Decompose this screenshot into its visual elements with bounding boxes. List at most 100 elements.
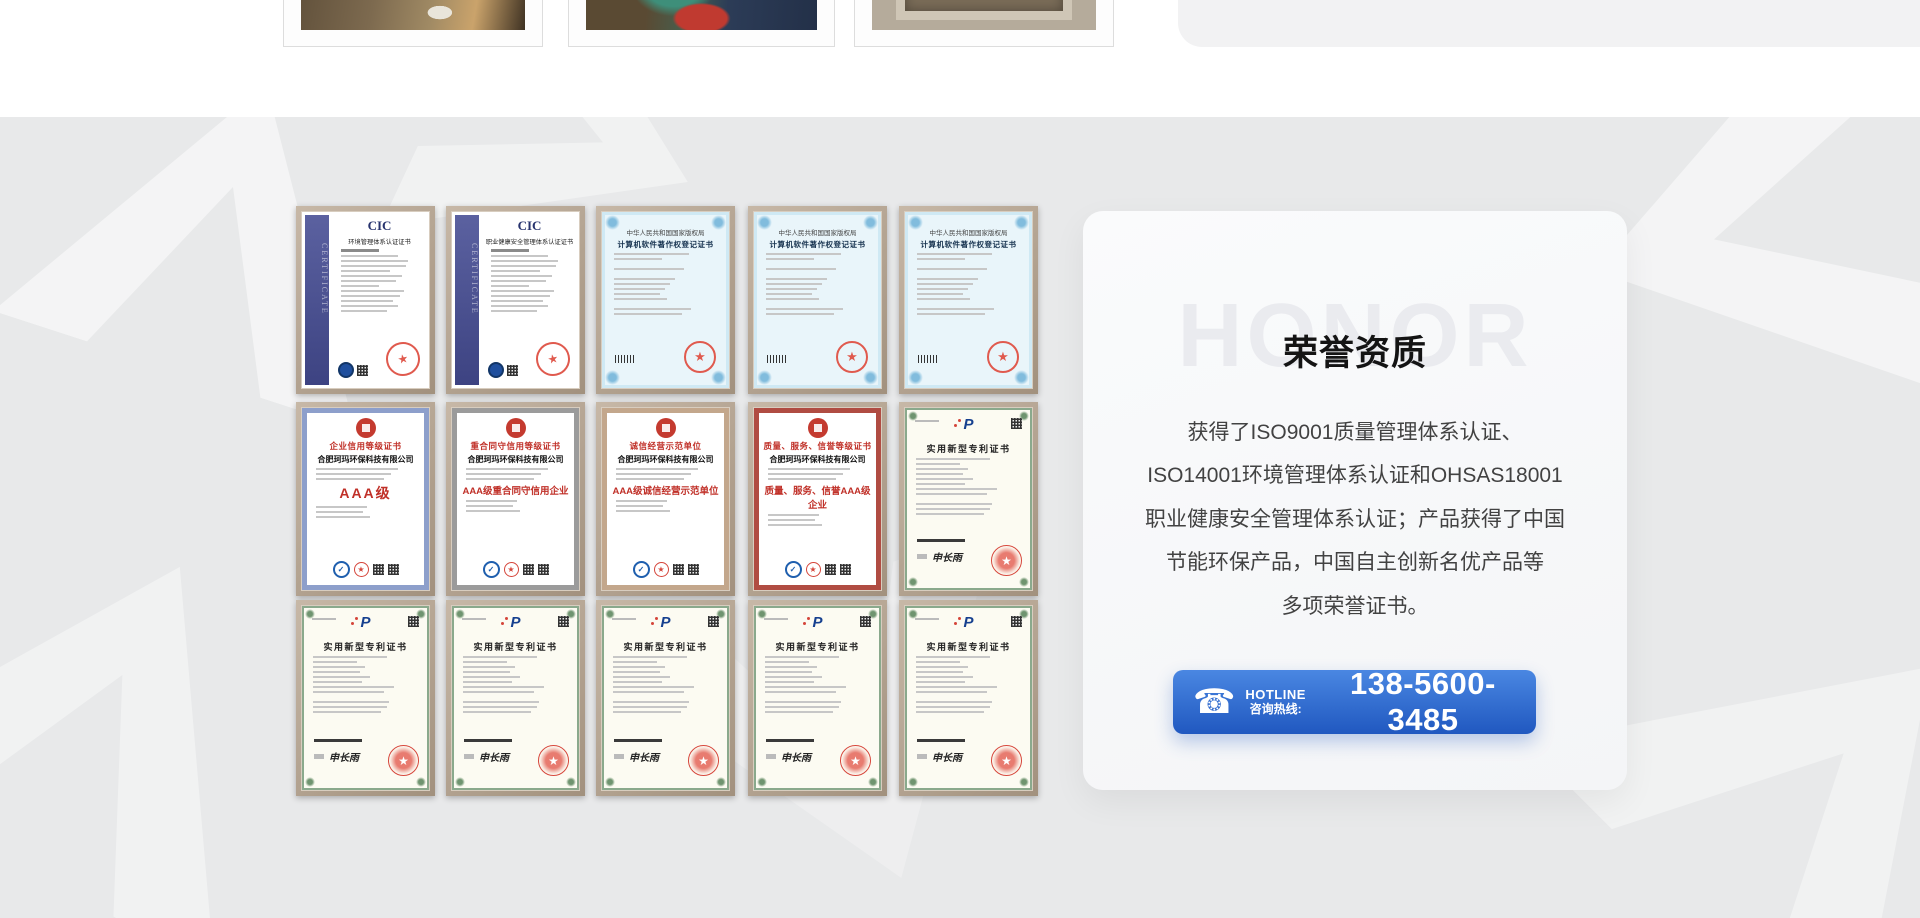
certificate-cic-2[interactable]: CERTIFICATE CIC 职业健康安全管理体系认证证书 ★ bbox=[446, 206, 585, 394]
red-emblem-icon bbox=[356, 418, 376, 438]
red-star-seal: ★ bbox=[987, 341, 1019, 373]
text-line-placeholder bbox=[614, 283, 670, 285]
certificate-patent-10[interactable]: P 实用新型专利证书 申长雨 ★ bbox=[899, 402, 1038, 596]
certificate-credit-8[interactable]: 诚信经营示范单位 合肥珂玛环保科技有限公司 AAA级诚信经营示范单位 ✓ ★ bbox=[596, 402, 735, 596]
red-seal: ★ bbox=[533, 339, 573, 379]
text-line-placeholder bbox=[613, 661, 657, 663]
text-line-placeholder bbox=[916, 676, 973, 678]
text-line-placeholder bbox=[766, 253, 841, 255]
text-line-placeholder bbox=[765, 656, 839, 658]
cnipa-logo: P bbox=[510, 614, 520, 631]
signature-label-placeholder bbox=[614, 754, 624, 759]
text-line-placeholder bbox=[491, 285, 529, 287]
certificate-credit-7[interactable]: 重合同守信用等级证书 合肥珂玛环保科技有限公司 AAA级重合同守信用企业 ✓ ★ bbox=[446, 402, 585, 596]
text-line-placeholder bbox=[466, 510, 520, 512]
certificate-patent-14[interactable]: P 实用新型专利证书 申长雨 ★ bbox=[748, 600, 887, 796]
certificate-paper: 企业信用等级证书 合肥珂玛环保科技有限公司 AAA级 ✓ ★ bbox=[302, 408, 429, 590]
certificate-credit-6[interactable]: 企业信用等级证书 合肥珂玛环保科技有限公司 AAA级 ✓ ★ bbox=[296, 402, 435, 596]
certificate-badges bbox=[488, 362, 518, 378]
certificate-cic-1[interactable]: CERTIFICATE CIC 环境管理体系认证证书 ★ bbox=[296, 206, 435, 394]
qr-code bbox=[860, 616, 871, 627]
description-line: 职业健康安全管理体系认证；产品获得了中国 bbox=[1103, 498, 1607, 541]
construction-photo bbox=[872, 0, 1096, 30]
text-line-placeholder bbox=[768, 473, 843, 475]
text-line-placeholder bbox=[491, 280, 546, 282]
text-line-placeholder bbox=[916, 513, 984, 515]
signature-row: 申长雨 bbox=[464, 749, 509, 764]
text-line-placeholder bbox=[765, 686, 846, 688]
corner-ornament bbox=[757, 215, 772, 230]
cnipa-logo: P bbox=[963, 416, 973, 433]
honor-card: HONOR 荣誉资质 获得了ISO9001质量管理体系认证、 ISO14001环… bbox=[1083, 211, 1627, 790]
text-line-placeholder bbox=[613, 671, 660, 673]
description-line: 多项荣誉证书。 bbox=[1103, 585, 1607, 628]
text-line-placeholder bbox=[768, 524, 822, 526]
certificate-patent-15[interactable]: P 实用新型专利证书 申长雨 ★ bbox=[899, 600, 1038, 796]
text-line-placeholder bbox=[613, 676, 670, 678]
text-line-placeholder bbox=[916, 478, 973, 480]
hotline-button[interactable]: ☎ HOTLINE 咨询热线: 138-5600-3485 bbox=[1173, 670, 1536, 734]
certificate-title: 计算机软件著作权登记证书 bbox=[757, 239, 878, 250]
text-line-placeholder bbox=[917, 283, 973, 285]
barcode bbox=[615, 355, 635, 363]
certificate-paper: P 实用新型专利证书 申长雨 ★ bbox=[302, 606, 429, 790]
text-line-placeholder bbox=[916, 508, 990, 510]
text-line-placeholder bbox=[916, 686, 997, 688]
text-line-placeholder bbox=[491, 310, 537, 312]
text-line-placeholder bbox=[766, 298, 819, 300]
certificate-credit-9[interactable]: 质量、服务、信誉等级证书 合肥珂玛环保科技有限公司 质量、服务、信誉AAA级企业… bbox=[748, 402, 887, 596]
corner-ornament bbox=[711, 215, 726, 230]
certificate-title: 诚信经营示范单位 bbox=[607, 440, 724, 452]
corner-ornament bbox=[305, 777, 315, 787]
corner-ornament bbox=[605, 215, 620, 230]
certificate-patent-12[interactable]: P 实用新型专利证书 申长雨 ★ bbox=[446, 600, 585, 796]
certificate-copyright-5[interactable]: 中华人民共和国国家版权局 计算机软件著作权登记证书 ★ bbox=[899, 206, 1038, 394]
certificate-side-band: CERTIFICATE bbox=[305, 215, 329, 385]
project-photo-card[interactable] bbox=[283, 0, 543, 47]
text-line-placeholder bbox=[766, 258, 814, 260]
signature: 申长雨 bbox=[781, 749, 811, 764]
text-line-placeholder bbox=[491, 300, 543, 302]
certificate-badges bbox=[338, 362, 368, 378]
red-seal: ★ bbox=[991, 545, 1022, 576]
honor-section: CERTIFICATE CIC 环境管理体系认证证书 ★ CERTIFICATE… bbox=[0, 117, 1920, 918]
text-line-placeholder bbox=[765, 671, 812, 673]
company-name: 合肥珂玛环保科技有限公司 bbox=[759, 454, 876, 465]
text-line-placeholder bbox=[313, 676, 370, 678]
corner-ornament bbox=[757, 777, 767, 787]
certificate-patent-13[interactable]: P 实用新型专利证书 申长雨 ★ bbox=[596, 600, 735, 796]
corner-ornament bbox=[1019, 777, 1029, 787]
credit-badge-icon: ✓ bbox=[785, 561, 802, 578]
certificate-number-placeholder bbox=[915, 618, 939, 620]
certificate-header: P bbox=[907, 614, 1030, 638]
text-line-placeholder bbox=[916, 691, 987, 693]
issuing-authority: 中华人民共和国国家版权局 bbox=[757, 227, 878, 237]
certificate-copyright-3[interactable]: 中华人民共和国国家版权局 计算机软件著作权登记证书 ★ bbox=[596, 206, 735, 394]
text-line-placeholder bbox=[463, 676, 520, 678]
text-line-placeholder bbox=[916, 671, 963, 673]
text-line-placeholder bbox=[766, 293, 812, 295]
text-line-placeholder bbox=[917, 293, 963, 295]
text-line-placeholder bbox=[613, 701, 689, 703]
project-photo-card[interactable] bbox=[568, 0, 835, 47]
credit-badge-icon: ✓ bbox=[633, 561, 650, 578]
text-line-placeholder bbox=[313, 691, 384, 693]
project-photo-card[interactable] bbox=[854, 0, 1114, 47]
top-right-panel bbox=[1178, 0, 1920, 47]
certificate-copyright-4[interactable]: 中华人民共和国国家版权局 计算机软件著作权登记证书 ★ bbox=[748, 206, 887, 394]
corner-ornament bbox=[908, 577, 918, 587]
company-name: 合肥珂玛环保科技有限公司 bbox=[457, 454, 574, 465]
text-line-placeholder bbox=[614, 288, 665, 290]
certificate-badges: ✓ ★ bbox=[759, 561, 876, 578]
hotline-label-zh: 咨询热线: bbox=[1245, 702, 1306, 717]
text-line-placeholder bbox=[463, 661, 507, 663]
text-line-placeholder bbox=[466, 505, 513, 507]
text-line-placeholder bbox=[313, 666, 365, 668]
text-line-placeholder bbox=[765, 661, 809, 663]
certificate-patent-11[interactable]: P 实用新型专利证书 申长雨 ★ bbox=[296, 600, 435, 796]
text-line-placeholder bbox=[613, 686, 694, 688]
credit-badge-icon: ✓ bbox=[483, 561, 500, 578]
corner-ornament bbox=[863, 215, 878, 230]
certificate-paper: P 实用新型专利证书 申长雨 ★ bbox=[905, 408, 1032, 590]
certificate-number-placeholder bbox=[764, 618, 788, 620]
